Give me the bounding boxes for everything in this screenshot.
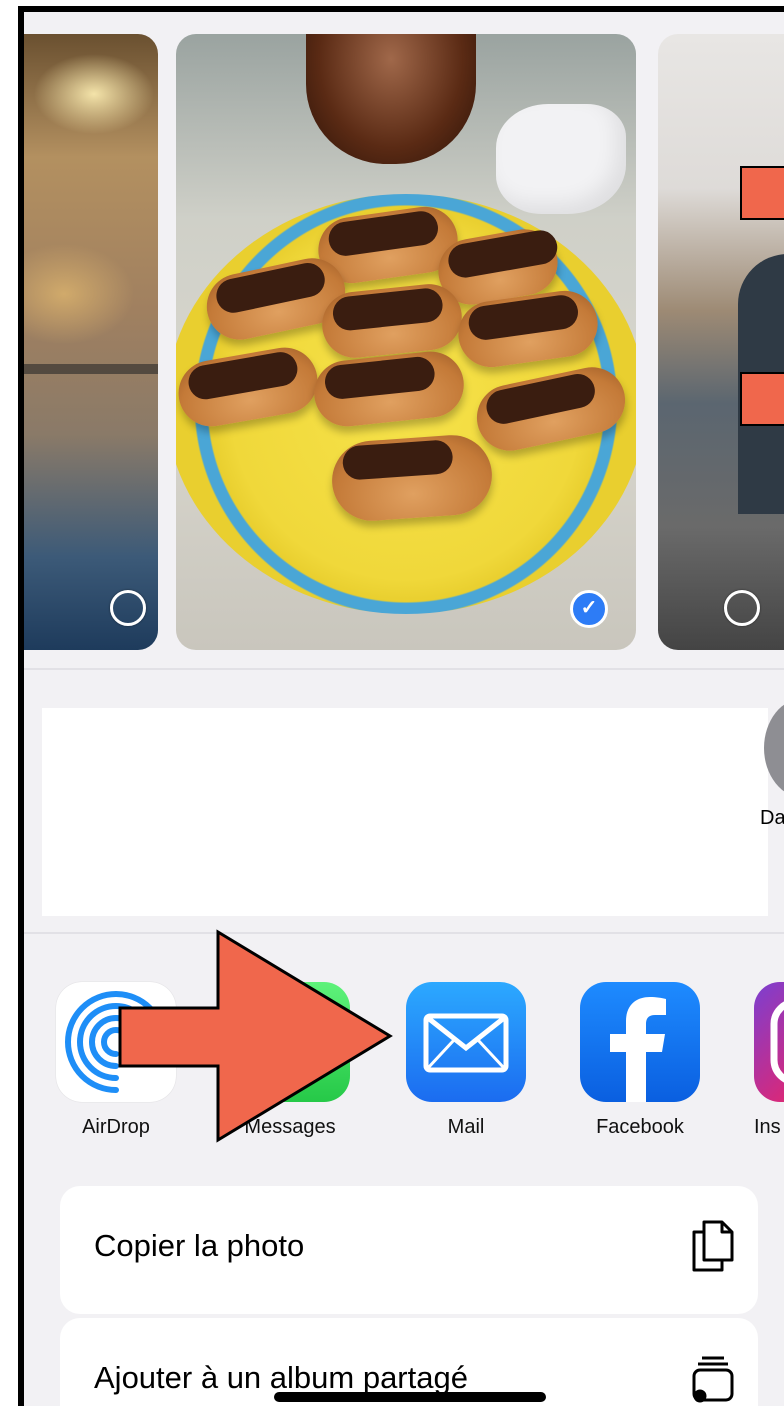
copy-icon — [692, 1220, 734, 1272]
action-label: Ajouter à un album partagé — [94, 1360, 468, 1395]
photo-selected-check-icon[interactable]: ✓ — [570, 590, 608, 628]
redaction-box — [740, 166, 784, 220]
divider — [24, 668, 784, 670]
home-indicator — [274, 1392, 546, 1402]
napkin — [496, 104, 626, 214]
mail-icon — [406, 982, 526, 1102]
redaction-box — [740, 372, 784, 426]
app-facebook[interactable]: Facebook — [580, 982, 700, 1142]
app-label: Ins — [754, 1116, 781, 1138]
eclairs-photo[interactable]: ✓ — [176, 34, 636, 650]
chocolate-bowl — [306, 34, 476, 164]
app-mail[interactable]: Mail — [406, 982, 526, 1142]
oven-photo[interactable] — [24, 34, 158, 650]
action-label: Copier la photo — [94, 1228, 305, 1263]
share-sheet: ✓ Da AirDrop Messages Mail Facebook Ins … — [18, 6, 784, 1406]
app-label: Facebook — [596, 1116, 684, 1138]
photo-select-circle[interactable] — [110, 590, 146, 626]
annotation-arrow-icon — [118, 929, 393, 1143]
eclair — [329, 432, 495, 524]
person-photo[interactable] — [658, 34, 784, 650]
app-label: Mail — [447, 1116, 485, 1138]
shared-album-icon — [692, 1356, 734, 1403]
contacts-redacted-area — [42, 708, 768, 916]
contact-name: Da — [760, 807, 784, 829]
facebook-icon — [580, 982, 700, 1102]
instagram-icon — [754, 982, 784, 1102]
copy-photo-action[interactable]: Copier la photo — [60, 1186, 758, 1314]
photo-select-circle[interactable] — [724, 590, 760, 626]
app-instagram[interactable]: Ins — [754, 982, 784, 1142]
